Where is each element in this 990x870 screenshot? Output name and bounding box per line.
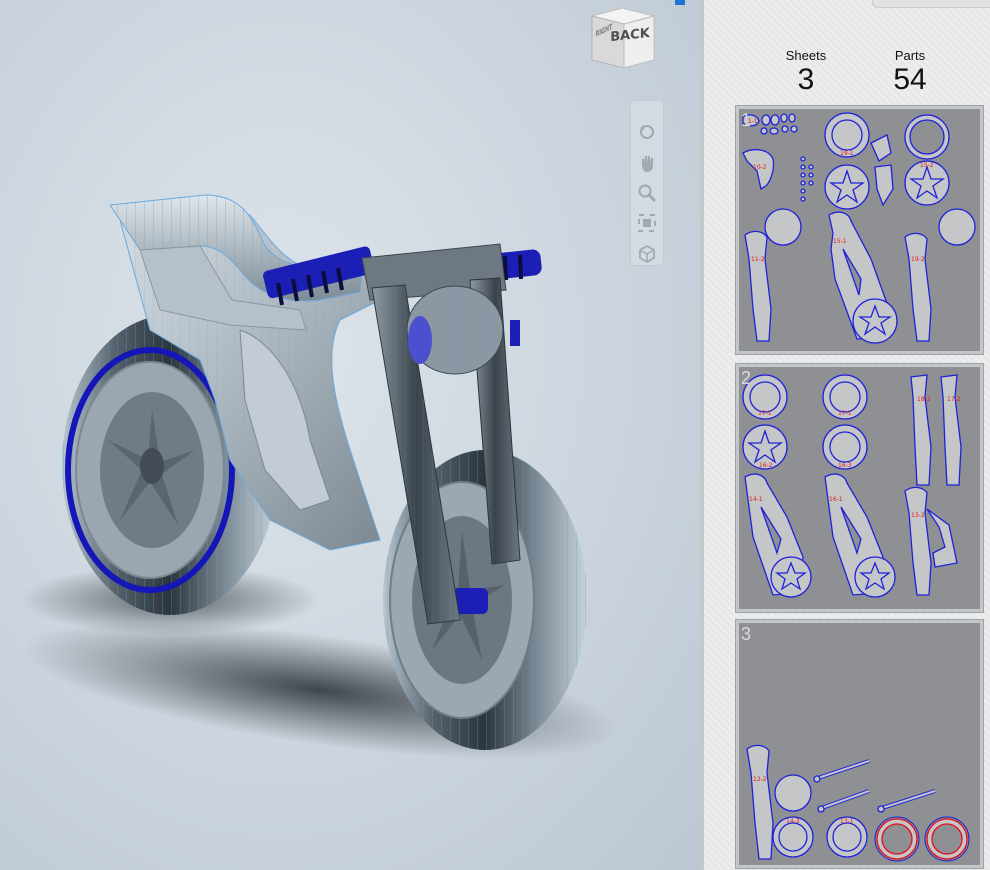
sheet-layout: 12-2 14-3 13-1 <box>746 744 970 862</box>
sheet-layout: 17-1 17-1 18-2 17-2 16-2 16-3 14-1 16-1 … <box>742 374 962 598</box>
3d-viewport[interactable]: RIGHT BACK <box>0 0 700 870</box>
panel-tab[interactable] <box>872 0 990 8</box>
part-label: 17-1 <box>758 410 772 417</box>
sheets-panel: Sheets 3 Parts 54 1 11-1 10-2 19-1 15-2 … <box>704 0 990 870</box>
sheets-label: Sheets <box>785 48 827 63</box>
part-label: 16-1 <box>829 496 843 503</box>
sheet-thumbnail-2[interactable]: 2 17-1 17-1 18-2 17-2 16-2 16-3 14-1 16-… <box>735 363 984 613</box>
pan-button[interactable] <box>635 151 659 173</box>
look-at-icon <box>639 244 655 263</box>
parts-count: 54 <box>893 63 927 96</box>
part-label: 15-2 <box>920 162 934 169</box>
part-label: 14-1 <box>749 496 763 503</box>
part-label: 14-3 <box>786 818 800 825</box>
sheet-thumbnail-1[interactable]: 1 11-1 10-2 19-1 15-2 11-2 15-1 19-2 <box>735 105 984 355</box>
corner-marker <box>675 0 685 5</box>
part-label: 12-2 <box>753 776 767 783</box>
part-label: 19-1 <box>840 150 854 157</box>
pan-hand-icon <box>642 155 653 172</box>
part-label: 11-2 <box>751 256 765 263</box>
sheets-stat: Sheets 3 <box>776 48 836 97</box>
part-label: 16-2 <box>759 462 773 469</box>
part-label: 17-1 <box>838 410 852 417</box>
sheet-number: 3 <box>741 624 752 644</box>
part-label: 15-1 <box>833 238 847 245</box>
sheets-count: 3 <box>797 63 815 96</box>
part-label: 16-3 <box>838 462 852 469</box>
zoom-magnifier-icon <box>638 184 657 203</box>
motorcycle-model[interactable] <box>0 0 700 870</box>
zoom-fit-button[interactable] <box>635 212 659 234</box>
zoom-button[interactable] <box>635 182 659 204</box>
sheet-number: 1 <box>741 110 752 130</box>
part-label: 13-1 <box>840 818 854 825</box>
part-label: 13-2 <box>911 512 925 519</box>
part-label: 19-2 <box>911 256 925 263</box>
navigation-toolbar <box>630 100 664 266</box>
sheet-number: 2 <box>741 368 752 388</box>
orbit-button[interactable] <box>635 121 659 143</box>
zoom-fit-icon <box>638 214 656 233</box>
look-at-button[interactable] <box>635 243 659 265</box>
part-label: 17-2 <box>947 396 961 403</box>
sheet-thumbnail-3[interactable]: 3 12-2 14-3 13-1 <box>735 619 984 869</box>
sheet-layout: 11-1 10-2 19-1 15-2 11-2 15-1 19-2 <box>742 112 976 344</box>
orbit-icon <box>640 125 654 140</box>
part-label: 10-2 <box>753 164 767 171</box>
part-label: 18-2 <box>917 396 931 403</box>
parts-label: Parts <box>894 48 926 63</box>
parts-stat: Parts 54 <box>880 48 940 97</box>
view-cube[interactable]: RIGHT BACK <box>586 6 658 70</box>
